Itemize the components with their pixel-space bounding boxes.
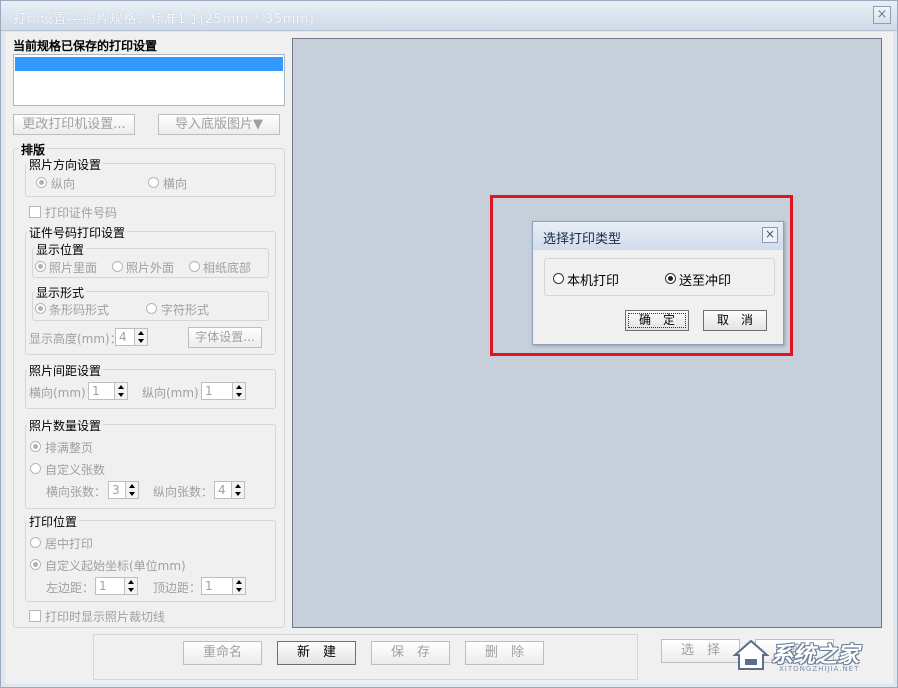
position-inside-label: 照片里面 bbox=[49, 261, 98, 275]
list-item-selected[interactable] bbox=[15, 57, 283, 71]
printer-settings-button[interactable]: 更改打印机设置... bbox=[13, 114, 135, 135]
send-print-radio[interactable] bbox=[665, 273, 676, 284]
top-margin-label: 顶边距： bbox=[153, 581, 202, 595]
landscape-radio[interactable] bbox=[148, 177, 159, 188]
font-settings-button[interactable]: 字体设置... bbox=[188, 327, 262, 348]
new-button[interactable]: 新 建 bbox=[277, 641, 356, 665]
count-v-label: 纵向张数： bbox=[153, 485, 214, 499]
watermark-logo: 系统之家 XITONGZHIJIA.NET bbox=[731, 635, 891, 675]
custom-count-label: 自定义张数 bbox=[45, 463, 106, 477]
custom-count-radio[interactable] bbox=[30, 463, 41, 474]
count-h-value: 3 bbox=[112, 483, 120, 497]
window-title: 打印设置---照片规格：标准1寸(25mm * 35mm) bbox=[13, 12, 315, 27]
position-bottom-radio[interactable] bbox=[189, 261, 200, 272]
dialog-close-button[interactable]: × bbox=[762, 227, 778, 243]
display-height-stepper[interactable]: 4 bbox=[115, 328, 148, 346]
rename-button[interactable]: 重命名 bbox=[183, 641, 262, 665]
title-bar: 打印设置---照片规格：标准1寸(25mm * 35mm) × bbox=[1, 1, 897, 31]
position-inside-radio[interactable] bbox=[35, 261, 46, 272]
custom-coords-radio[interactable] bbox=[30, 559, 41, 570]
count-v-stepper[interactable]: 4 bbox=[214, 481, 245, 499]
print-position-group-title: 打印位置 bbox=[27, 513, 80, 530]
left-margin-stepper[interactable]: 1 bbox=[95, 577, 138, 595]
count-h-label: 横向张数： bbox=[46, 485, 107, 499]
print-settings-window: 打印设置---照片规格：标准1寸(25mm * 35mm) × 当前规格已保存的… bbox=[0, 0, 898, 688]
count-group-title: 照片数量设置 bbox=[27, 417, 104, 434]
spacing-v-arrows[interactable] bbox=[232, 383, 245, 399]
chars-radio[interactable] bbox=[146, 303, 157, 314]
left-margin-arrows[interactable] bbox=[124, 578, 137, 594]
barcode-label: 条形码形式 bbox=[49, 303, 110, 317]
portrait-label: 纵向 bbox=[51, 177, 76, 191]
display-height-value: 4 bbox=[119, 330, 127, 344]
position-bottom-label: 相纸底部 bbox=[203, 261, 252, 275]
count-v-arrows[interactable] bbox=[231, 482, 244, 498]
saved-settings-list[interactable] bbox=[13, 54, 285, 106]
client-area: 当前规格已保存的打印设置 更改打印机设置... 导入底版图片▼ 排版 照片方向设… bbox=[5, 32, 893, 684]
window-close-button[interactable]: × bbox=[873, 6, 891, 24]
print-type-dialog: 选择打印类型 × 本机打印 送至冲印 确 定 取 消 bbox=[532, 221, 784, 345]
left-margin-value: 1 bbox=[99, 579, 107, 593]
top-margin-arrows[interactable] bbox=[232, 578, 245, 594]
top-margin-stepper[interactable]: 1 bbox=[201, 577, 246, 595]
barcode-radio[interactable] bbox=[35, 303, 46, 314]
cutline-label: 打印时显示照片裁切线 bbox=[45, 610, 166, 624]
fill-page-label: 排满整页 bbox=[45, 441, 94, 455]
custom-coords-label: 自定义起始坐标(单位mm) bbox=[45, 559, 186, 573]
cutline-checkbox[interactable] bbox=[29, 610, 41, 622]
center-print-radio[interactable] bbox=[30, 537, 41, 548]
watermark-subtext: XITONGZHIJIA.NET bbox=[779, 665, 860, 673]
display-position-title: 显示位置 bbox=[34, 241, 87, 258]
print-id-checkbox[interactable] bbox=[29, 206, 41, 218]
display-format-title: 显示形式 bbox=[34, 284, 87, 301]
spacing-v-stepper[interactable]: 1 bbox=[201, 382, 246, 400]
cancel-button[interactable]: 取 消 bbox=[703, 310, 767, 331]
bottom-action-bar bbox=[93, 634, 638, 680]
portrait-radio[interactable] bbox=[36, 177, 47, 188]
dialog-title: 选择打印类型 bbox=[543, 232, 622, 247]
spacing-group-title: 照片间距设置 bbox=[27, 362, 104, 379]
local-print-label[interactable]: 本机打印 bbox=[567, 270, 619, 289]
spacing-v-value: 1 bbox=[205, 384, 213, 398]
display-height-label: 显示高度(mm)： bbox=[29, 332, 122, 346]
spacing-h-stepper[interactable]: 1 bbox=[88, 382, 128, 400]
orientation-group-title: 照片方向设置 bbox=[27, 156, 104, 173]
top-margin-value: 1 bbox=[205, 579, 213, 593]
ok-button[interactable]: 确 定 bbox=[625, 310, 689, 331]
save-button[interactable]: 保 存 bbox=[371, 641, 450, 665]
fill-page-radio[interactable] bbox=[30, 441, 41, 452]
count-h-stepper[interactable]: 3 bbox=[108, 481, 139, 499]
landscape-label: 横向 bbox=[163, 177, 188, 191]
display-height-arrows[interactable] bbox=[134, 329, 147, 345]
center-print-label: 居中打印 bbox=[45, 537, 94, 551]
count-v-value: 4 bbox=[218, 483, 226, 497]
position-outside-radio[interactable] bbox=[112, 261, 123, 272]
left-margin-label: 左边距： bbox=[46, 581, 95, 595]
position-outside-label: 照片外面 bbox=[126, 261, 175, 275]
dialog-title-bar: 选择打印类型 × bbox=[533, 222, 783, 250]
spacing-h-value: 1 bbox=[92, 384, 100, 398]
send-print-label[interactable]: 送至冲印 bbox=[679, 270, 731, 289]
select-button[interactable]: 选 择 bbox=[661, 639, 740, 663]
print-preview-area: 选择打印类型 × 本机打印 送至冲印 确 定 取 消 bbox=[292, 38, 882, 628]
watermark-house-icon bbox=[732, 639, 770, 670]
id-print-group-title: 证件号码打印设置 bbox=[27, 224, 128, 241]
chars-label: 字符形式 bbox=[161, 303, 210, 317]
spacing-h-arrows[interactable] bbox=[114, 383, 127, 399]
saved-settings-label: 当前规格已保存的打印设置 bbox=[13, 39, 158, 53]
print-id-label: 打印证件号码 bbox=[45, 206, 118, 220]
delete-button[interactable]: 删 除 bbox=[465, 641, 544, 665]
count-h-arrows[interactable] bbox=[125, 482, 138, 498]
local-print-radio[interactable] bbox=[553, 273, 564, 284]
import-base-image-button[interactable]: 导入底版图片▼ bbox=[158, 114, 280, 135]
